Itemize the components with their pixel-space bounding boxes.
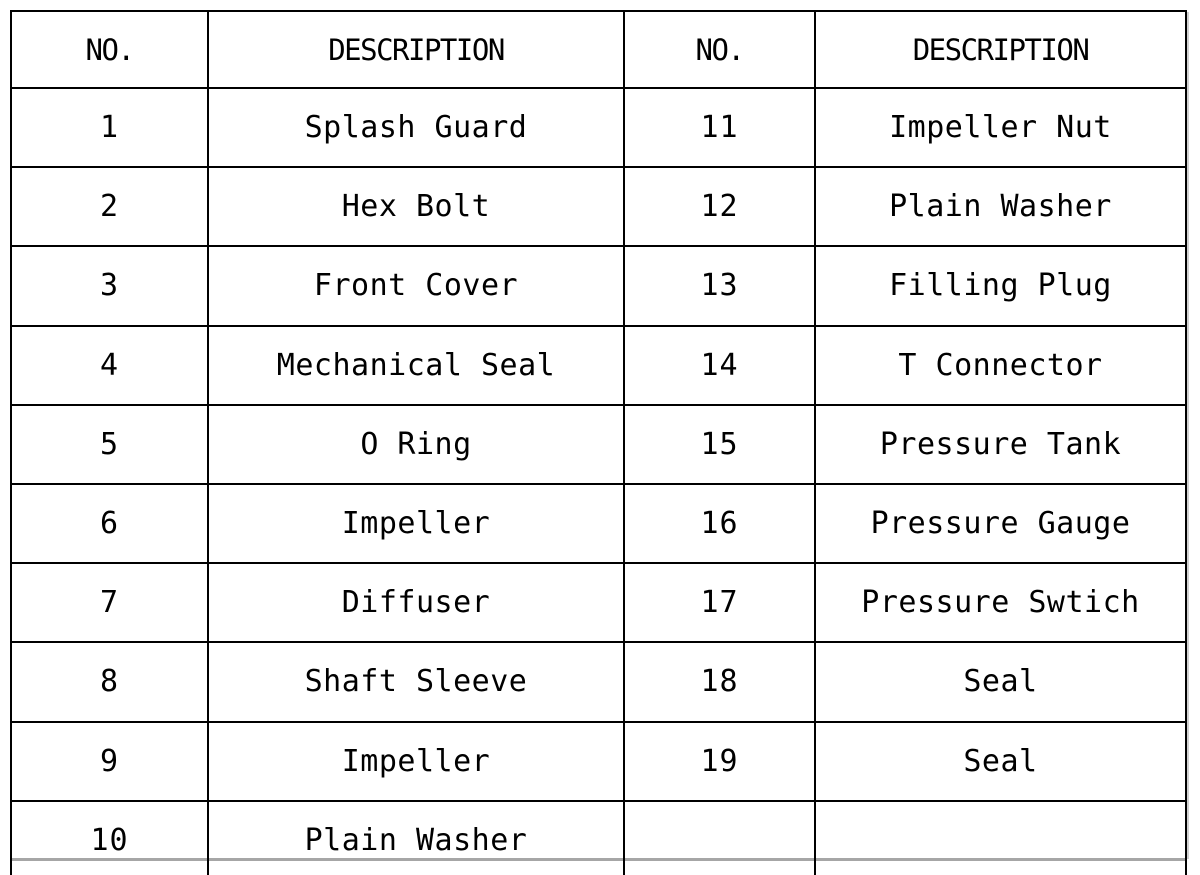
cell-description-left: Impeller xyxy=(207,720,625,802)
cell-no-right: 11 xyxy=(623,86,816,169)
cell-description-right: Seal xyxy=(814,720,1187,802)
column-header-no-left: NO. xyxy=(10,10,209,89)
cell-description-right xyxy=(814,799,1187,875)
cell-description-left: Shaft Sleeve xyxy=(207,641,625,723)
cell-description-left: Splash Guard xyxy=(207,86,625,169)
parts-list-table: NO. DESCRIPTION NO. DESCRIPTION 1 Splash… xyxy=(10,10,1187,875)
table-body: 1 Splash Guard 11 Impeller Nut 2 Hex Bol… xyxy=(10,86,1187,875)
cell-no-right: 13 xyxy=(623,245,816,327)
cell-no-right: 18 xyxy=(623,641,816,723)
table-row: 1 Splash Guard 11 Impeller Nut xyxy=(10,86,1187,169)
cell-description-right: Plain Washer xyxy=(814,166,1187,248)
parts-list-page: NO. DESCRIPTION NO. DESCRIPTION 1 Splash… xyxy=(0,0,1200,875)
cell-no-left: 9 xyxy=(10,720,209,802)
table-row: 7 Diffuser 17 Pressure Swtich xyxy=(10,562,1187,644)
table-row: 2 Hex Bolt 12 Plain Washer xyxy=(10,166,1187,248)
cell-description-left: Impeller xyxy=(207,482,625,565)
cell-no-left: 10 xyxy=(10,799,209,875)
cell-description-left: Hex Bolt xyxy=(207,166,625,248)
cell-no-right: 14 xyxy=(623,324,816,406)
cell-no-right: 16 xyxy=(623,482,816,565)
column-header-description-right: DESCRIPTION xyxy=(814,10,1187,89)
cell-no-right: 17 xyxy=(623,562,816,644)
table-shadow-bottom xyxy=(12,858,1187,861)
cell-no-left: 4 xyxy=(10,324,209,406)
cell-no-right: 12 xyxy=(623,166,816,248)
cell-description-right: Pressure Swtich xyxy=(814,562,1187,644)
cell-no-left: 8 xyxy=(10,641,209,723)
cell-no-right: 19 xyxy=(623,720,816,802)
cell-description-left: Plain Washer xyxy=(207,799,625,875)
table-row: 10 Plain Washer xyxy=(10,799,1187,875)
table-row: 4 Mechanical Seal 14 T Connector xyxy=(10,324,1187,406)
table-header-row: NO. DESCRIPTION NO. DESCRIPTION xyxy=(10,10,1187,89)
cell-no-right: 15 xyxy=(623,403,816,485)
table-row: 3 Front Cover 13 Filling Plug xyxy=(10,245,1187,327)
cell-description-left: O Ring xyxy=(207,403,625,485)
table-row: 6 Impeller 16 Pressure Gauge xyxy=(10,482,1187,565)
cell-no-left: 3 xyxy=(10,245,209,327)
cell-description-left: Diffuser xyxy=(207,562,625,644)
cell-no-left: 6 xyxy=(10,482,209,565)
column-header-description-left: DESCRIPTION xyxy=(207,10,625,89)
column-header-no-right: NO. xyxy=(623,10,816,89)
cell-description-right: T Connector xyxy=(814,324,1187,406)
table-row: 9 Impeller 19 Seal xyxy=(10,720,1187,802)
table-row: 8 Shaft Sleeve 18 Seal xyxy=(10,641,1187,723)
cell-description-left: Mechanical Seal xyxy=(207,324,625,406)
table-row: 5 O Ring 15 Pressure Tank xyxy=(10,403,1187,485)
cell-description-left: Front Cover xyxy=(207,245,625,327)
parts-list-table-container: NO. DESCRIPTION NO. DESCRIPTION 1 Splash… xyxy=(10,10,1187,875)
cell-no-left: 7 xyxy=(10,562,209,644)
cell-description-right: Pressure Gauge xyxy=(814,482,1187,565)
cell-no-left: 2 xyxy=(10,166,209,248)
table-shadow-right xyxy=(1186,12,1189,859)
cell-description-right: Pressure Tank xyxy=(814,403,1187,485)
cell-no-right xyxy=(623,799,816,875)
cell-description-right: Seal xyxy=(814,641,1187,723)
cell-no-left: 5 xyxy=(10,403,209,485)
table-header: NO. DESCRIPTION NO. DESCRIPTION xyxy=(10,10,1187,89)
cell-no-left: 1 xyxy=(10,86,209,169)
cell-description-right: Impeller Nut xyxy=(814,86,1187,169)
cell-description-right: Filling Plug xyxy=(814,245,1187,327)
